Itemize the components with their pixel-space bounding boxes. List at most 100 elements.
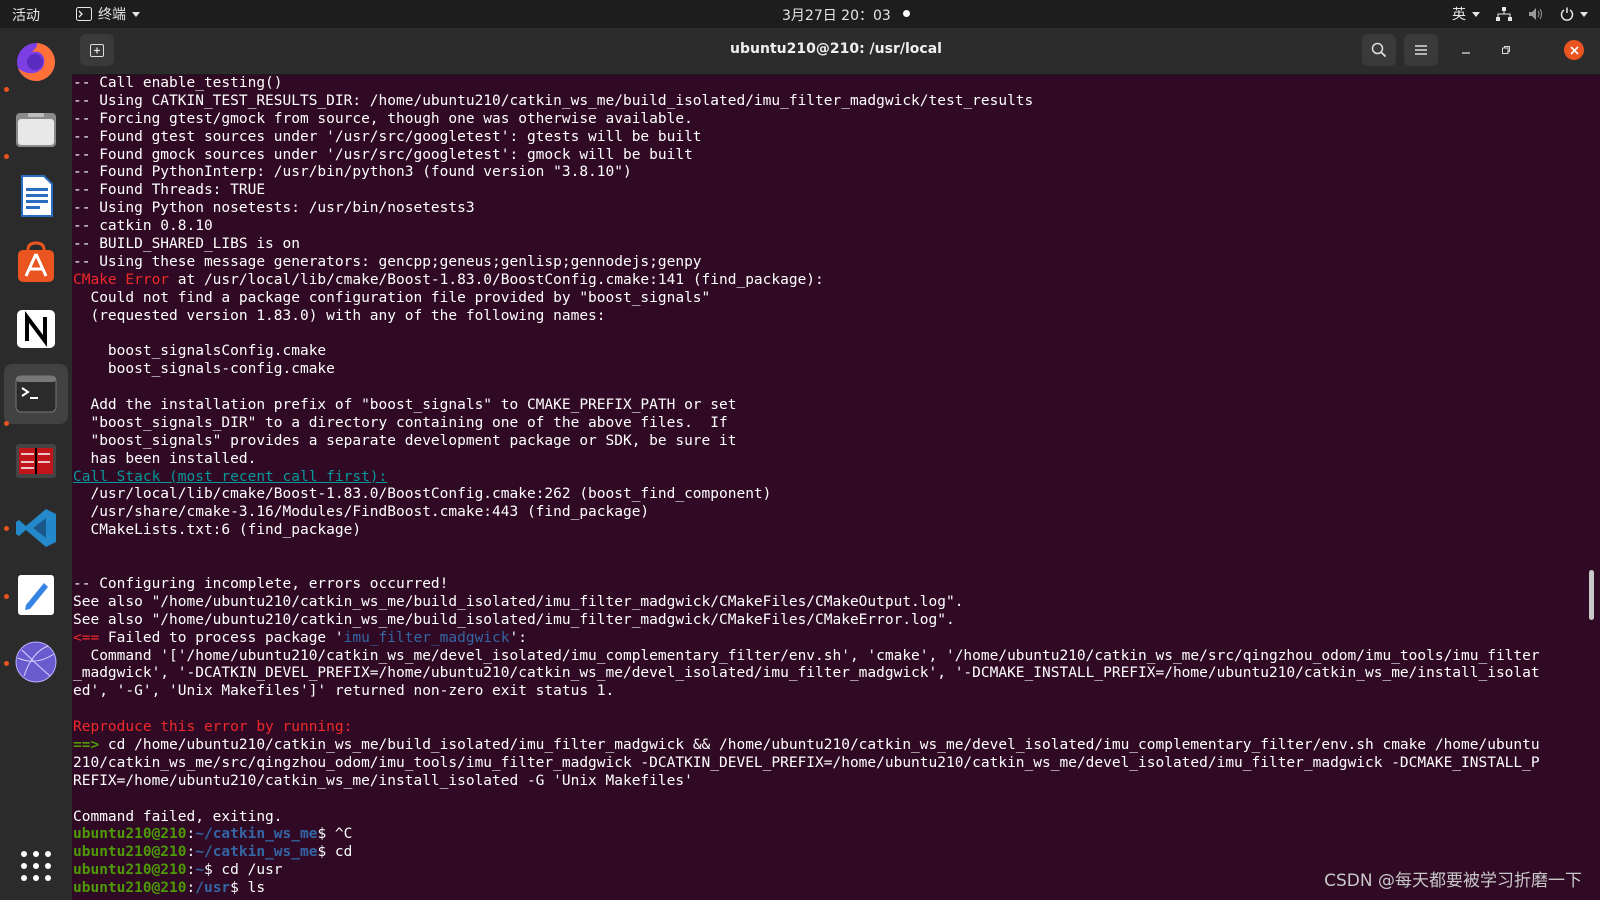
terminal-line: /usr/local/lib/cmake/Boost-1.83.0/BoostC… xyxy=(73,486,1583,504)
window-titlebar[interactable]: ubuntu210@210: /usr/local xyxy=(72,28,1600,75)
running-indicator xyxy=(4,154,9,159)
writer-icon[interactable] xyxy=(14,174,58,218)
terminal-text-segment: ubuntu210@210 xyxy=(73,862,187,879)
terminal-text-segment: Command failed, exiting. xyxy=(73,808,283,825)
terminal-text-segment: ~/catkin_ws_me xyxy=(195,844,318,861)
restore-icon xyxy=(1502,46,1510,54)
terminal-line: -- BUILD_SHARED_LIBS is on xyxy=(73,236,1583,254)
terminal-text-segment: -- BUILD_SHARED_LIBS is on xyxy=(73,236,300,253)
terminal-text-segment: CMakeLists.txt:6 (find_package) xyxy=(73,522,362,539)
top-bar: 活动 终端 3月27日 20：03 英 xyxy=(0,0,1600,28)
terminal-text-segment: boost_signals-config.cmake xyxy=(73,361,335,378)
terminal-text-segment: -- Using CATKIN_TEST_RESULTS_DIR: /home/… xyxy=(73,92,1034,109)
terminal-scrollbar[interactable] xyxy=(1589,570,1594,620)
terminal-line: ubuntu210@210:~/catkin_ws_me$ ^C xyxy=(73,826,1583,844)
terminal-text-segment: REFIX=/home/ubuntu210/catkin_ws_me/insta… xyxy=(73,772,693,789)
clock-text: 3月27日 20：03 xyxy=(782,8,891,24)
terminal-dock-item[interactable] xyxy=(4,364,68,424)
chevron-down-icon xyxy=(132,11,140,17)
terminal-line: REFIX=/home/ubuntu210/catkin_ws_me/insta… xyxy=(73,773,1583,791)
show-apps-icon[interactable] xyxy=(14,844,58,888)
terminal-line: See also "/home/ubuntu210/catkin_ws_me/b… xyxy=(73,612,1583,630)
network-app-icon[interactable] xyxy=(14,640,58,684)
notion-icon[interactable] xyxy=(14,307,58,351)
terminal-text-segment: boost_signalsConfig.cmake xyxy=(73,343,327,360)
running-indicator xyxy=(4,661,9,666)
volume-icon[interactable] xyxy=(1528,7,1544,21)
terminal-line: (requested version 1.83.0) with any of t… xyxy=(73,308,1583,326)
terminal-text-segment: _madgwick', '-DCATKIN_DEVEL_PREFIX=/home… xyxy=(73,665,1540,682)
app-center-icon[interactable] xyxy=(14,240,58,284)
close-button[interactable] xyxy=(1564,40,1584,60)
terminal-text-segment: /usr/share/cmake-3.16/Modules/FindBoost.… xyxy=(73,504,650,521)
terminal-text-segment: $ ^C xyxy=(317,826,353,843)
terminal-line: Command failed, exiting. xyxy=(73,809,1583,827)
chevron-down-icon xyxy=(1472,11,1480,17)
terminal-line: CMakeLists.txt:6 (find_package) xyxy=(73,522,1583,540)
terminal-text-segment: "boost_signals" provides a separate deve… xyxy=(73,432,737,449)
terminal-text-segment: /usr/local/lib/cmake/Boost-1.83.0/BoostC… xyxy=(73,486,772,503)
text-editor-icon[interactable] xyxy=(14,573,58,617)
terminal-text-segment: Reproduce this error by running: xyxy=(73,719,353,736)
running-indicator xyxy=(4,421,9,426)
terminal-text-segment: Call Stack (most recent call first): xyxy=(73,468,388,485)
terminal-text-segment: Failed to process package ' xyxy=(107,629,344,646)
terminal-line: -- Using Python nosetests: /usr/bin/nose… xyxy=(73,200,1583,218)
terminal-line: ==> cd /home/ubuntu210/catkin_ws_me/buil… xyxy=(73,737,1583,755)
terminal-line: boost_signalsConfig.cmake xyxy=(73,343,1583,361)
input-method-label: 英 xyxy=(1452,7,1466,23)
terminal-text-segment: ubuntu210@210 xyxy=(73,826,187,843)
files-icon[interactable] xyxy=(14,107,58,151)
terminal-text-segment: Add the installation prefix of "boost_si… xyxy=(73,397,737,414)
terminal-text-segment: ': xyxy=(509,629,527,646)
terminal-text-segment: -- catkin 0.8.10 xyxy=(73,218,213,235)
terminal-text-segment: : xyxy=(186,880,196,897)
terminal-line: -- Found PythonInterp: /usr/bin/python3 … xyxy=(73,164,1583,182)
terminal-text-segment: CMake Error xyxy=(73,271,170,288)
clock[interactable]: 3月27日 20：03 xyxy=(782,5,910,25)
terminal-output[interactable]: -- Call enable_testing() -- Using CATKIN_… xyxy=(73,75,1583,900)
search-button[interactable] xyxy=(1362,34,1396,66)
terminal-line: See also "/home/ubuntu210/catkin_ws_me/b… xyxy=(73,594,1583,612)
terminal-line: Could not find a package configuration f… xyxy=(73,290,1583,308)
terminal-text-segment: : xyxy=(186,862,196,879)
terminal-icon xyxy=(15,375,57,413)
terminal-text-segment: : xyxy=(186,844,196,861)
system-tray[interactable]: 英 xyxy=(1452,4,1588,24)
terminal-line: -- catkin 0.8.10 xyxy=(73,218,1583,236)
power-menu[interactable] xyxy=(1560,7,1588,21)
maximize-button[interactable] xyxy=(1496,40,1516,60)
terminal-line: -- Forcing gtest/gmock from source, thou… xyxy=(73,111,1583,129)
minimize-button[interactable] xyxy=(1456,40,1476,60)
vscode-icon[interactable] xyxy=(14,506,58,550)
dock xyxy=(0,28,72,900)
terminal-line: Call Stack (most recent call first): xyxy=(73,469,1583,487)
notification-dot-icon xyxy=(902,9,910,17)
app-menu[interactable]: 终端 xyxy=(76,4,140,24)
system-monitor-icon[interactable] xyxy=(14,440,58,484)
terminal-text-segment: $ ls xyxy=(230,880,266,897)
hamburger-menu-icon xyxy=(1415,45,1427,55)
terminal-text-segment: : xyxy=(186,826,196,843)
terminal-line: <== Failed to process package 'imu_filte… xyxy=(73,630,1583,648)
chevron-down-icon xyxy=(1580,11,1588,17)
running-indicator xyxy=(4,526,9,531)
terminal-text-segment: -- Found PythonInterp: /usr/bin/python3 … xyxy=(73,164,632,181)
terminal-text-segment: Could not find a package configuration f… xyxy=(73,289,711,306)
terminal-line: -- Using these message generators: gencp… xyxy=(73,254,1583,272)
activities-button[interactable]: 活动 xyxy=(12,5,40,25)
input-method-indicator[interactable]: 英 xyxy=(1452,4,1480,24)
terminal-line: -- Configuring incomplete, errors occurr… xyxy=(73,576,1583,594)
firefox-icon[interactable] xyxy=(14,40,58,84)
network-icon[interactable] xyxy=(1496,7,1512,21)
terminal-line: _madgwick', '-DCATKIN_DEVEL_PREFIX=/home… xyxy=(73,665,1583,683)
menu-button[interactable] xyxy=(1404,34,1438,66)
terminal-line: -- Using CATKIN_TEST_RESULTS_DIR: /home/… xyxy=(73,93,1583,111)
terminal-line: -- Found gtest sources under '/usr/src/g… xyxy=(73,129,1583,147)
terminal-text-segment: -- Found gtest sources under '/usr/src/g… xyxy=(73,128,702,145)
terminal-text-segment: ed', '-G', 'Unix Makefiles']' returned n… xyxy=(73,683,615,700)
terminal-line: Add the installation prefix of "boost_si… xyxy=(73,397,1583,415)
terminal-line: boost_signals-config.cmake xyxy=(73,361,1583,379)
